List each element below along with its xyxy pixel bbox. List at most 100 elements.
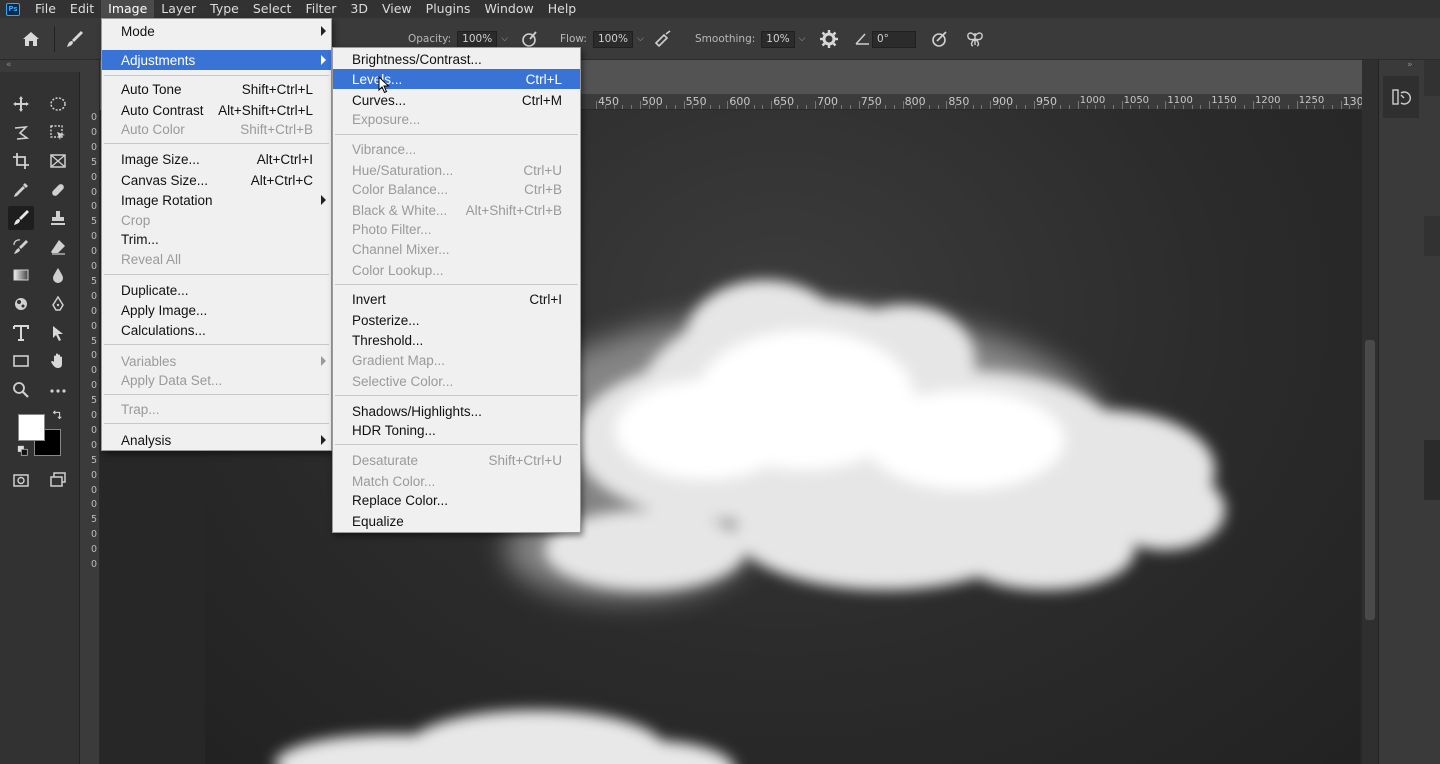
brush-tool-icon[interactable] <box>8 206 34 230</box>
ruler-tick <box>1165 101 1167 109</box>
more-tools-icon[interactable] <box>45 378 71 402</box>
panel-edge-tab[interactable] <box>1424 60 1440 96</box>
menu-item-duplicate[interactable]: Duplicate... <box>102 280 331 300</box>
zoom-tool-icon[interactable] <box>8 378 34 402</box>
ruler-label: 0 <box>90 186 98 198</box>
object-selection-tool-icon[interactable] <box>45 121 71 145</box>
marquee-tool-icon[interactable] <box>45 92 71 116</box>
menu-item-calculations[interactable]: Calculations... <box>102 320 331 340</box>
menu-help[interactable]: Help <box>541 0 584 18</box>
eraser-tool-icon[interactable] <box>45 235 71 259</box>
gradient-tool-icon[interactable] <box>8 263 34 287</box>
foreground-color-swatch[interactable] <box>18 414 45 441</box>
pressure-size-icon[interactable] <box>928 28 950 50</box>
menu-item-shadows-highlights[interactable]: Shadows/Highlights... <box>333 401 580 421</box>
panel-collapse-icon[interactable]: » <box>1407 60 1413 70</box>
flow-field[interactable]: 100% <box>592 30 633 48</box>
smoothing-field[interactable]: 10% <box>761 30 795 48</box>
ruler-tick <box>867 105 869 109</box>
menu-plugins[interactable]: Plugins <box>419 0 478 18</box>
horizontal-ruler: 450 500 550 600 650 700 750 800 850 900 950 1000 105… <box>580 94 1380 110</box>
ruler-tick <box>727 101 729 109</box>
ruler-tick <box>1358 105 1360 109</box>
quick-mask-icon[interactable] <box>8 468 34 492</box>
menu-item-curves[interactable]: Curves... Ctrl+M <box>333 90 580 110</box>
menu-item-trim[interactable]: Trim... <box>102 229 331 249</box>
menu-item-auto-contrast[interactable]: Auto Contrast Alt+Shift+Ctrl+L <box>102 100 331 120</box>
eyedropper-tool-icon[interactable] <box>8 178 34 202</box>
default-colors-icon[interactable] <box>16 444 30 458</box>
toolbar-collapse-icon[interactable]: « <box>0 60 80 72</box>
menu-view[interactable]: View <box>375 0 419 18</box>
path-selection-tool-icon[interactable] <box>45 321 71 345</box>
history-brush-tool-icon[interactable] <box>8 235 34 259</box>
menu-image[interactable]: Image <box>101 0 155 18</box>
smoothing-control[interactable]: Smoothing: 10% ⌵ <box>695 18 805 60</box>
menu-item-analysis[interactable]: Analysis <box>102 430 331 450</box>
scrollbar-thumb[interactable] <box>1365 340 1375 620</box>
frame-tool-icon[interactable] <box>45 149 71 173</box>
move-tool-icon[interactable] <box>8 92 34 116</box>
home-icon[interactable] <box>20 28 42 50</box>
chevron-down-icon[interactable]: ⌵ <box>501 34 508 44</box>
pen-tool-icon[interactable] <box>45 292 71 316</box>
history-panel-tab[interactable] <box>1383 76 1419 118</box>
menu-item-posterize[interactable]: Posterize... <box>333 310 580 330</box>
ruler-tick <box>920 105 922 109</box>
crop-tool-icon[interactable] <box>8 149 34 173</box>
angle-control[interactable]: 0° <box>866 18 916 60</box>
menu-item-auto-tone[interactable]: Auto Tone Shift+Ctrl+L <box>102 79 331 99</box>
hand-tool-icon[interactable] <box>45 349 71 373</box>
menu-edit[interactable]: Edit <box>63 0 101 18</box>
menu-file[interactable]: File <box>28 0 63 18</box>
menu-item-image-rotation[interactable]: Image Rotation <box>102 190 331 210</box>
type-tool-icon[interactable] <box>8 321 34 345</box>
blur-tool-icon[interactable] <box>45 263 71 287</box>
ruler-tick <box>1323 105 1325 109</box>
menu-item-hdr-toning[interactable]: HDR Toning... <box>333 420 580 440</box>
lasso-tool-icon[interactable] <box>8 121 34 145</box>
ruler-label: 0 <box>90 469 98 481</box>
menu-layer[interactable]: Layer <box>154 0 203 18</box>
menu-select[interactable]: Select <box>246 0 299 18</box>
menu-item-threshold[interactable]: Threshold... <box>333 330 580 350</box>
menu-item-brightness-contrast[interactable]: Brightness/Contrast... <box>333 49 580 69</box>
menu-filter[interactable]: Filter <box>298 0 343 18</box>
ruler-label: 1000 <box>1079 95 1106 106</box>
airbrush-icon[interactable] <box>652 28 674 50</box>
angle-field[interactable]: 0° <box>872 30 916 48</box>
brush-preset-icon[interactable] <box>64 28 86 50</box>
ruler-tick <box>1104 105 1106 109</box>
menu-item-equalize[interactable]: Equalize <box>333 511 580 531</box>
chevron-down-icon[interactable]: ⌵ <box>637 34 644 44</box>
clone-stamp-tool-icon[interactable] <box>45 206 71 230</box>
symmetry-butterfly-icon[interactable] <box>964 28 986 50</box>
panel-edge-tab[interactable] <box>1424 440 1440 500</box>
panel-edge-tab[interactable] <box>1424 216 1440 256</box>
ruler-tick <box>648 105 650 109</box>
tools-panel <box>0 72 80 764</box>
menu-item-image-size[interactable]: Image Size... Alt+Ctrl+I <box>102 149 331 169</box>
menu-item-canvas-size[interactable]: Canvas Size... Alt+Ctrl+C <box>102 170 331 190</box>
chevron-down-icon[interactable]: ⌵ <box>799 34 806 44</box>
menu-item-adjustments[interactable]: Adjustments <box>102 50 331 70</box>
healing-brush-tool-icon[interactable] <box>45 178 71 202</box>
dodge-tool-icon[interactable] <box>8 292 34 316</box>
menu-item-levels[interactable]: Levels... Ctrl+L <box>333 69 580 89</box>
ruler-tick <box>946 101 948 109</box>
swap-colors-icon[interactable] <box>50 408 64 422</box>
gear-icon[interactable] <box>818 28 840 50</box>
ruler-tick <box>1042 105 1044 109</box>
menu-3d[interactable]: 3D <box>343 0 375 18</box>
ruler-tick <box>1261 105 1263 109</box>
menu-item-apply-image[interactable]: Apply Image... <box>102 300 331 320</box>
menu-item-invert[interactable]: Invert Ctrl+I <box>333 289 580 309</box>
menu-window[interactable]: Window <box>477 0 540 18</box>
vertical-scrollbar[interactable] <box>1362 60 1378 764</box>
screen-mode-icon[interactable] <box>45 468 71 492</box>
rectangle-tool-icon[interactable] <box>8 349 34 373</box>
menu-type[interactable]: Type <box>203 0 246 18</box>
menu-item-mode[interactable]: Mode <box>102 21 331 41</box>
opacity-field[interactable]: 100% <box>457 30 498 48</box>
menu-item-replace-color[interactable]: Replace Color... <box>333 490 580 510</box>
